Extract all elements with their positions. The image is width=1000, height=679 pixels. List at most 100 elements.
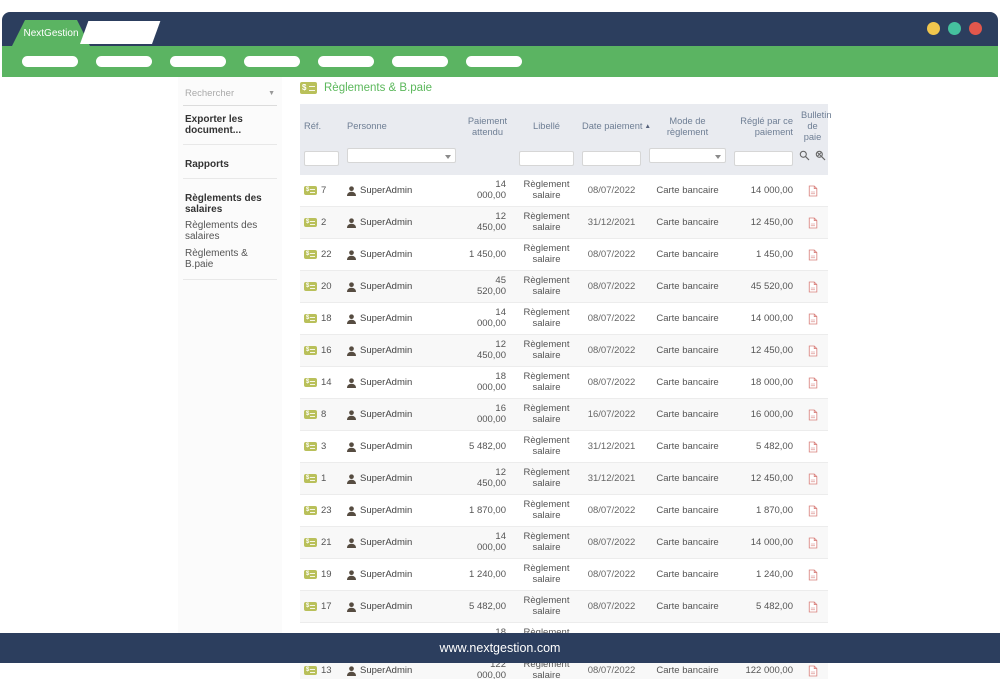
sidebar: Rechercher ▼ Exporter les document... Ra… <box>178 77 282 633</box>
pdf-icon[interactable] <box>801 249 824 261</box>
col-libelle[interactable]: Libellé <box>515 104 578 145</box>
pdf-icon[interactable] <box>801 665 824 677</box>
pdf-icon[interactable] <box>801 313 824 325</box>
mode-reglement-value: Carte bancaire <box>645 495 730 527</box>
nav-pill-item[interactable] <box>22 56 78 67</box>
regle-filter-input[interactable] <box>734 151 793 166</box>
footer-url[interactable]: www.nextgestion.com <box>440 641 561 655</box>
col-date-paiement[interactable]: Date paiement▲ <box>578 104 645 145</box>
person-icon <box>347 378 356 388</box>
regle-paiement-value: 1 240,00 <box>730 559 797 591</box>
ref-value: 21 <box>321 538 332 549</box>
pdf-icon[interactable] <box>801 409 824 421</box>
libelle-value: Règlement salaire <box>515 207 578 239</box>
mode-filter-select[interactable] <box>649 148 726 163</box>
table-row[interactable]: 16 SuperAdmin 12 450,00 Règlement salair… <box>300 335 828 367</box>
table-row[interactable]: 1 SuperAdmin 12 450,00 Règlement salaire… <box>300 463 828 495</box>
pdf-icon[interactable] <box>801 569 824 581</box>
cash-icon <box>304 378 317 387</box>
paiement-attendu-value: 16 000,00 <box>460 399 515 431</box>
window-dot-yellow[interactable] <box>927 22 940 35</box>
sidebar-section-salaires[interactable]: Règlements des salaires <box>182 185 278 217</box>
ref-value: 23 <box>321 506 332 517</box>
pdf-icon[interactable] <box>801 377 824 389</box>
table-row[interactable]: 8 SuperAdmin 16 000,00 Règlement salaire… <box>300 399 828 431</box>
table-row[interactable]: 20 SuperAdmin 45 520,00 Règlement salair… <box>300 271 828 303</box>
pdf-icon[interactable] <box>801 185 824 197</box>
brand-tab[interactable]: NextGestion <box>12 20 90 46</box>
pdf-icon[interactable] <box>801 345 824 357</box>
cash-icon <box>304 570 317 579</box>
table-row[interactable]: 23 SuperAdmin 1 870,00 Règlement salaire… <box>300 495 828 527</box>
ref-value: 3 <box>321 442 326 453</box>
col-ref[interactable]: Réf. <box>300 104 343 145</box>
table-row[interactable]: 21 SuperAdmin 14 000,00 Règlement salair… <box>300 527 828 559</box>
paiement-attendu-value: 12 450,00 <box>460 463 515 495</box>
regle-paiement-value: 1 870,00 <box>730 495 797 527</box>
date-filter-input[interactable] <box>582 151 641 166</box>
libelle-value: Règlement salaire <box>515 367 578 399</box>
mode-reglement-value: Carte bancaire <box>645 367 730 399</box>
nav-pill-item[interactable] <box>244 56 300 67</box>
cash-icon <box>304 186 317 195</box>
clear-search-icon[interactable] <box>815 150 826 161</box>
paiement-attendu-value: 14 000,00 <box>460 527 515 559</box>
paiement-attendu-value: 1 870,00 <box>460 495 515 527</box>
pdf-icon[interactable] <box>801 537 824 549</box>
pdf-icon[interactable] <box>801 505 824 517</box>
window-dot-green[interactable] <box>948 22 961 35</box>
pdf-icon[interactable] <box>801 281 824 293</box>
libelle-filter-input[interactable] <box>519 151 574 166</box>
ref-filter-input[interactable] <box>304 151 339 166</box>
sidebar-item-reports[interactable]: Rapports <box>182 151 278 172</box>
paiement-attendu-value: 5 482,00 <box>460 431 515 463</box>
mode-reglement-value: Carte bancaire <box>645 239 730 271</box>
personne-value: SuperAdmin <box>360 186 412 197</box>
sidebar-divider <box>183 279 277 280</box>
personne-filter-select[interactable] <box>347 148 456 163</box>
col-paiement-attendu[interactable]: Paiement attendu <box>460 104 515 145</box>
app-window: NextGestion Rechercher ▼ Exporter les do… <box>0 0 1000 679</box>
nav-pill-item[interactable] <box>96 56 152 67</box>
table-row[interactable]: 17 SuperAdmin 5 482,00 Règlement salaire… <box>300 591 828 623</box>
table-row[interactable]: 7 SuperAdmin 14 000,00 Règlement salaire… <box>300 175 828 207</box>
pdf-icon[interactable] <box>801 217 824 229</box>
table-row[interactable]: 3 SuperAdmin 5 482,00 Règlement salaire … <box>300 431 828 463</box>
table-row[interactable]: 19 SuperAdmin 1 240,00 Règlement salaire… <box>300 559 828 591</box>
table-row[interactable]: 22 SuperAdmin 1 450,00 Règlement salaire… <box>300 239 828 271</box>
date-paiement-value: 08/07/2022 <box>578 495 645 527</box>
nav-pill-item[interactable] <box>170 56 226 67</box>
sidebar-item-reglements-salaires[interactable]: Règlements des salaires <box>182 217 278 245</box>
nav-pill-item[interactable] <box>392 56 448 67</box>
person-icon <box>347 474 356 484</box>
table-row[interactable]: 14 SuperAdmin 18 000,00 Règlement salair… <box>300 367 828 399</box>
window-dot-red[interactable] <box>969 22 982 35</box>
pdf-icon[interactable] <box>801 473 824 485</box>
pdf-icon[interactable] <box>801 601 824 613</box>
search-icon[interactable] <box>799 150 810 161</box>
table-row[interactable]: 2 SuperAdmin 12 450,00 Règlement salaire… <box>300 207 828 239</box>
personne-value: SuperAdmin <box>360 378 412 389</box>
person-icon <box>347 346 356 356</box>
col-regle-paiement[interactable]: Réglé par ce paiement <box>730 104 797 145</box>
table-row[interactable]: 18 SuperAdmin 14 000,00 Règlement salair… <box>300 303 828 335</box>
sidebar-search-select[interactable]: Rechercher ▼ <box>183 85 277 106</box>
libelle-value: Règlement salaire <box>515 527 578 559</box>
col-bulletin-paie[interactable]: Bulletin de paie <box>797 104 828 145</box>
date-paiement-value: 31/12/2021 <box>578 431 645 463</box>
nav-pill-item[interactable] <box>466 56 522 67</box>
col-mode-reglement[interactable]: Mode de règlement <box>645 104 730 145</box>
regle-paiement-value: 14 000,00 <box>730 303 797 335</box>
libelle-value: Règlement salaire <box>515 399 578 431</box>
sidebar-item-export[interactable]: Exporter les document... <box>182 106 278 138</box>
paiement-attendu-value: 12 450,00 <box>460 335 515 367</box>
col-personne[interactable]: Personne <box>343 104 460 145</box>
sidebar-item-reglements-bpaie[interactable]: Règlements & B.paie <box>182 245 278 273</box>
regle-paiement-value: 12 450,00 <box>730 335 797 367</box>
nav-pill-item[interactable] <box>318 56 374 67</box>
personne-value: SuperAdmin <box>360 346 412 357</box>
window-controls <box>927 22 982 35</box>
browser-tab-blank[interactable] <box>80 21 160 44</box>
pdf-icon[interactable] <box>801 441 824 453</box>
personne-value: SuperAdmin <box>360 218 412 229</box>
